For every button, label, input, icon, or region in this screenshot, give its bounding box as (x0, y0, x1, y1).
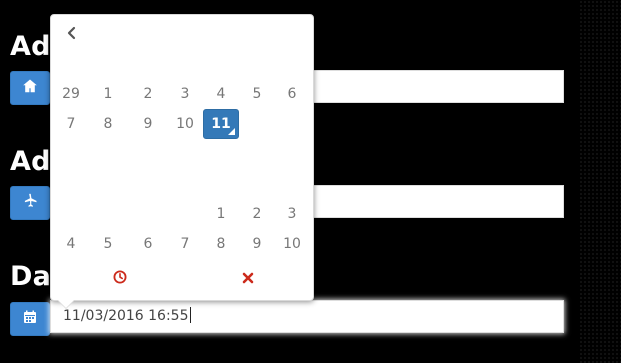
picker-day[interactable]: 9 (130, 109, 166, 139)
clock-button[interactable] (110, 269, 130, 289)
background-texture (579, 0, 621, 363)
date-row (10, 302, 50, 338)
picker-day[interactable]: 10 (167, 109, 203, 139)
picker-day[interactable]: 1 (203, 199, 239, 229)
picker-day[interactable]: 4 (203, 79, 239, 109)
clock-icon (112, 269, 128, 289)
picker-row-4: 4 5 6 7 8 9 10 (51, 229, 315, 259)
picker-day[interactable]: 9 (239, 229, 275, 259)
picker-row-2: 7 8 9 10 11 (51, 109, 315, 139)
close-icon (241, 270, 255, 289)
picker-day[interactable]: 7 (167, 229, 203, 259)
picker-day[interactable]: 7 (53, 109, 89, 139)
picker-day[interactable]: 3 (167, 79, 203, 109)
date-input-value: 11/03/2016 16:55 (63, 308, 189, 324)
picker-day[interactable]: 8 (203, 229, 239, 259)
picker-day[interactable]: 5 (239, 79, 275, 109)
picker-day[interactable]: 3 (274, 199, 310, 229)
home-icon (22, 78, 38, 98)
picker-day[interactable]: 1 (90, 79, 126, 109)
date-picker-popover: 29 1 2 3 4 5 6 7 8 9 10 11 1 2 3 4 5 6 7… (50, 14, 314, 301)
picker-day[interactable]: 29 (53, 79, 89, 109)
page-root: Adr Adr Dat 11/03/2016 16:55 29 1 2 3 4 … (0, 0, 621, 363)
picker-day[interactable]: 2 (130, 79, 166, 109)
picker-row-1: 29 1 2 3 4 5 6 (51, 79, 315, 109)
calendar-icon (22, 309, 38, 329)
previous-month-button[interactable] (64, 26, 80, 42)
picker-pointer (58, 300, 74, 308)
picker-day[interactable]: 8 (90, 109, 126, 139)
picker-day[interactable]: 6 (130, 229, 166, 259)
address-row-2 (10, 186, 50, 222)
plane-icon-button[interactable] (10, 186, 50, 220)
calendar-icon-button[interactable] (10, 302, 50, 336)
picker-day[interactable]: 5 (90, 229, 126, 259)
date-input[interactable]: 11/03/2016 16:55 (50, 300, 564, 333)
picker-day[interactable]: 2 (239, 199, 275, 229)
picker-row-3: 1 2 3 (51, 199, 315, 229)
picker-day-selected[interactable]: 11 (203, 109, 239, 139)
text-caret (189, 307, 191, 323)
close-button[interactable] (238, 269, 258, 289)
home-icon-button[interactable] (10, 71, 50, 105)
chevron-left-icon (65, 25, 79, 44)
picker-day[interactable]: 10 (274, 229, 310, 259)
plane-icon (22, 193, 38, 213)
picker-day[interactable]: 6 (274, 79, 310, 109)
address-row-1 (10, 71, 50, 107)
picker-day[interactable]: 4 (53, 229, 89, 259)
